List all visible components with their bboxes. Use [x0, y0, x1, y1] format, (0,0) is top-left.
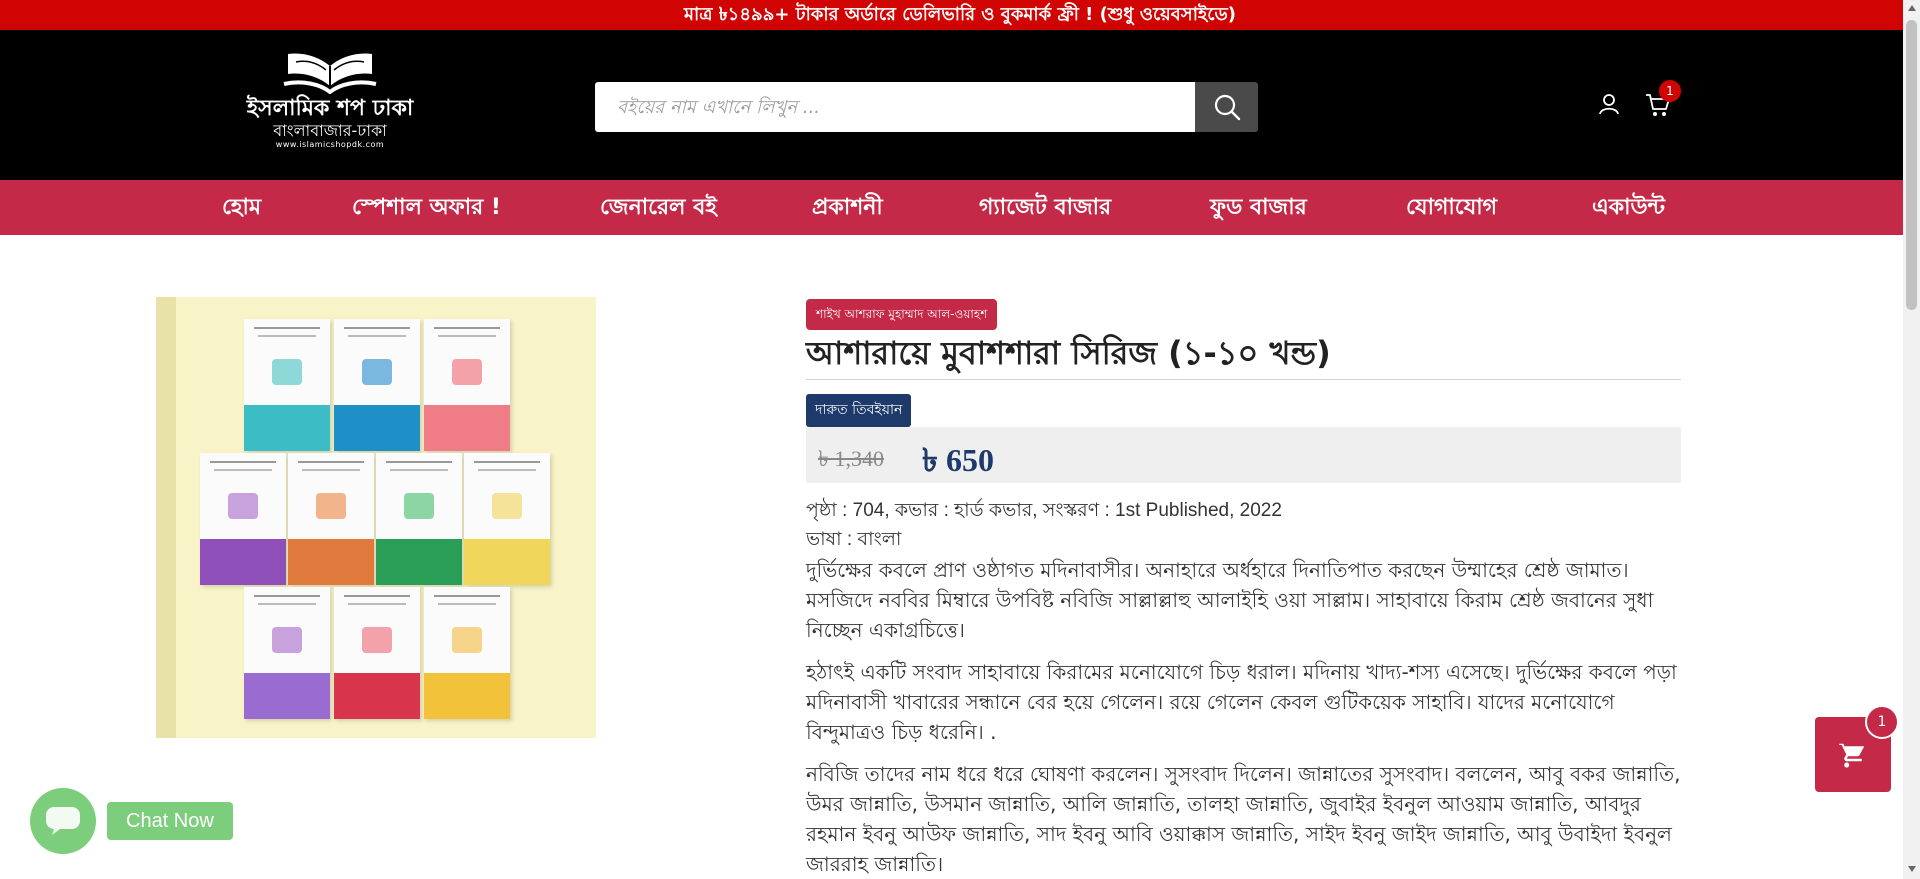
book-cover [334, 319, 420, 451]
chat-bubble-icon [46, 807, 80, 835]
description-paragraph: নবিজি তাদের নাম ধরে ধরে ঘোষণা করলেন। সুস… [806, 762, 1681, 876]
book-cover [288, 453, 374, 585]
chat-button[interactable] [30, 788, 96, 854]
nav-item-home[interactable]: হোম [222, 180, 261, 235]
book-cover [464, 453, 550, 585]
open-book-icon [283, 53, 377, 94]
price-box: ৳ 1,340 ৳ 650 [806, 427, 1681, 483]
book-cover [424, 587, 510, 719]
book-cover [376, 453, 462, 585]
floating-cart-count-badge: 1 [1865, 705, 1899, 739]
announcement-bar: মাত্র ৳১৪৯৯+ টাকার অর্ডারে ডেলিভারি ও বু… [0, 0, 1920, 30]
page: মাত্র ৳১৪৯৯+ টাকার অর্ডারে ডেলিভারি ও বু… [0, 0, 1920, 879]
image-spine [156, 297, 176, 738]
book-cover [244, 319, 330, 451]
book-cover [424, 319, 510, 451]
sale-price: ৳ 650 [922, 442, 994, 478]
description-paragraph: হঠাৎই একটি সংবাদ সাহাবায়ে কিরামের মনোযো… [806, 660, 1677, 744]
scroll-down-arrow-icon[interactable] [1908, 866, 1916, 872]
search-input[interactable] [595, 82, 1195, 132]
main-nav: হোম স্পেশাল অফার ! জেনারেল বই প্রকাশনী গ… [0, 180, 1920, 235]
publisher-badge[interactable]: দারুত তিবইয়ান [806, 394, 912, 427]
logo-url: www.islamicshopdk.com [275, 140, 385, 149]
book-cover [244, 587, 330, 719]
product-language: ভাষা : বাংলা [806, 529, 902, 550]
nav-item-food-market[interactable]: ফুড বাজার [1210, 180, 1307, 235]
nav-item-publishers[interactable]: প্রকাশনী [812, 180, 883, 235]
page-scrollbar[interactable] [1903, 0, 1920, 879]
book-cover [334, 587, 420, 719]
chat-now-label[interactable]: Chat Now [107, 802, 233, 840]
site-logo[interactable]: ইসলামিক শপ ঢাকা বাংলাবাজার-ঢাকা www.isla… [245, 42, 415, 164]
cart-count-badge: 1 [1659, 80, 1681, 102]
author-badge[interactable]: শাইখ আশরাফ মুহাম্মাদ আল-ওয়াহশ [806, 299, 998, 330]
scroll-up-arrow-icon[interactable] [1908, 5, 1916, 11]
nav-item-contact[interactable]: যোগাযোগ [1406, 180, 1497, 235]
logo-subtitle: বাংলাবাজার-ঢাকা [273, 121, 387, 140]
book-cover [200, 453, 286, 585]
description-paragraph: দুর্ভিক্ষের কবলে প্রাণ ওষ্ঠাগত মদিনাবাসী… [806, 558, 1654, 642]
logo-title: ইসলামিক শপ ঢাকা [246, 96, 414, 121]
scrollbar-thumb[interactable] [1906, 20, 1917, 310]
search-icon [1214, 94, 1240, 121]
search-button[interactable] [1195, 82, 1258, 132]
product-title: আশারায়ে মুবাশশারা সিরিজ (১-১০ খন্ড) [806, 333, 1681, 380]
old-price: ৳ 1,340 [818, 446, 884, 471]
header: ইসলামিক শপ ঢাকা বাংলাবাজার-ঢাকা www.isla… [0, 30, 1920, 180]
nav-item-gadget-market[interactable]: গ্যাজেট বাজার [979, 180, 1111, 235]
nav-item-account[interactable]: একাউন্ট [1592, 180, 1665, 235]
nav-item-special-offer[interactable]: স্পেশাল অফার ! [352, 180, 501, 235]
product-image[interactable] [156, 297, 596, 738]
nav-item-general-books[interactable]: জেনারেল বই [600, 180, 717, 235]
search-bar [595, 82, 1258, 132]
cart-icon [1839, 742, 1865, 767]
product-specs: পৃষ্ঠা : 704, কভার : হার্ড কভার, সংস্করণ… [806, 500, 1282, 521]
user-icon[interactable] [1597, 92, 1621, 116]
